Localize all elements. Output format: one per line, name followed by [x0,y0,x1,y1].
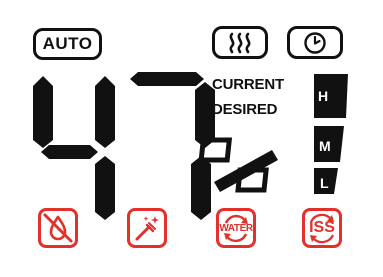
clean-indicator [127,208,167,248]
humidifier-display: AUTO 47 CURRENT DESIRED % H M L WATER IS… [0,0,383,277]
fan-medium-label: M [319,138,331,154]
iss-label: ISS [309,219,335,236]
iss-indicator: ISS [302,208,342,248]
fan-low-label: L [320,175,329,191]
refill-warning-indicator [38,208,78,248]
water-label: WATER [219,223,253,234]
water-indicator: WATER [216,208,256,248]
cleaning-brush-icon [135,216,159,241]
fan-high-label: H [318,88,329,104]
no-water-icon [43,213,73,243]
